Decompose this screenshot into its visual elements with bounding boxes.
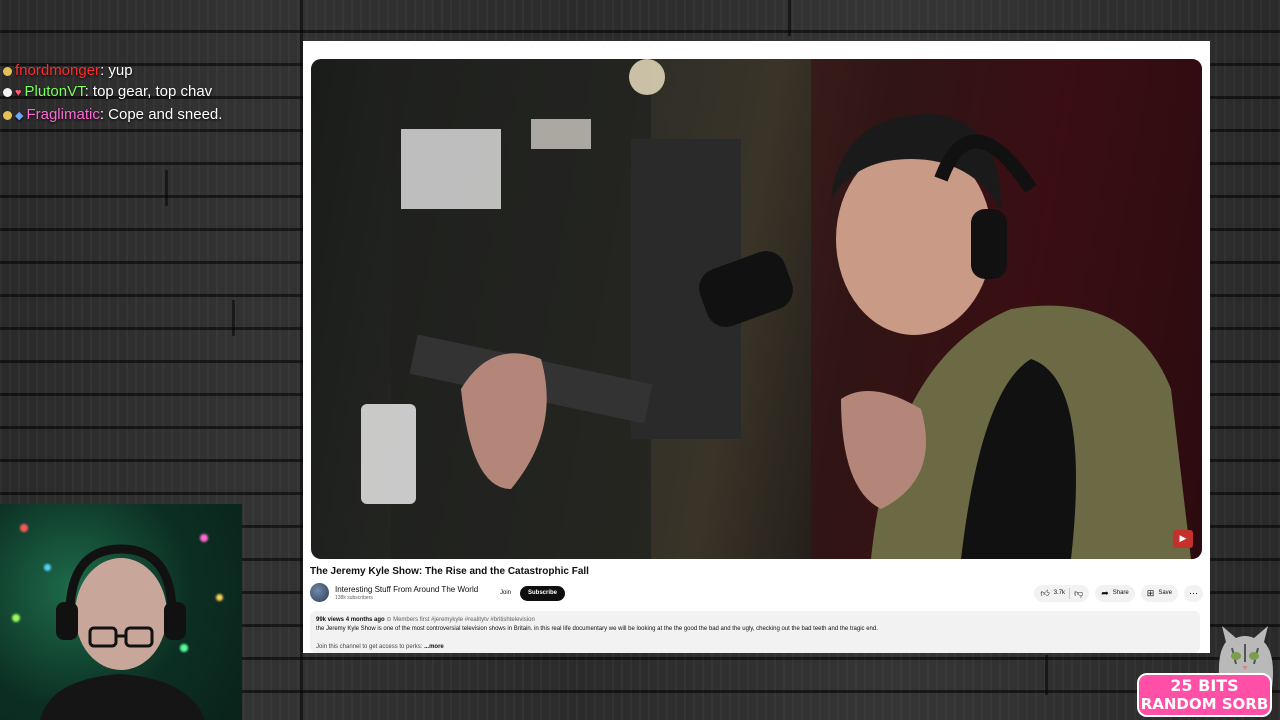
plank-seam — [232, 300, 235, 336]
chat-overlay: fnordmonger: yup ♥ PlutonVT: top gear, to… — [3, 60, 233, 127]
video-player[interactable]: ▶ — [311, 59, 1202, 559]
plank-seam — [1045, 655, 1048, 695]
show-more-link[interactable]: ...more — [424, 644, 444, 650]
description-perks: Join this channel to get access to perks… — [316, 644, 423, 650]
plank-seam — [165, 170, 168, 206]
heart-icon: ♥ — [15, 87, 22, 99]
chat-message: ◆ Fraglimatic: Cope and sneed. — [3, 104, 233, 127]
bits-alert-amount: 25 BITS — [1170, 676, 1239, 695]
youtube-logo-icon[interactable]: ▶ — [1173, 530, 1193, 548]
join-button[interactable]: Join — [493, 586, 519, 600]
divider — [1069, 587, 1071, 599]
chat-text: : Cope and sneed. — [99, 106, 223, 123]
thumbs-up-icon[interactable]: 👍︎ — [1040, 588, 1049, 598]
description-text-2: Join this channel to get access to perks… — [316, 644, 444, 650]
view-count-date: 99k views 4 months ago — [316, 617, 385, 623]
save-button[interactable]: ⊞ Save — [1140, 584, 1178, 602]
bits-alert-user: RANDOM SORB — [1140, 695, 1269, 713]
video-description[interactable]: 99k views 4 months ago ⊙ Members first #… — [310, 611, 1200, 653]
channel-subscriber-count: 138k subscribers — [335, 595, 373, 601]
sub-badge-icon — [3, 110, 12, 120]
description-text: the Jeremy Kyle Show is one of the most … — [316, 626, 878, 632]
sub-badge-icon — [3, 66, 12, 76]
chat-username: fnordmonger — [15, 62, 101, 79]
chat-username: PlutonVT — [24, 83, 85, 100]
chat-text: : top gear, top chav — [84, 83, 213, 100]
share-label: Share — [1112, 590, 1129, 596]
description-tags: ⊙ Members first #jeremykyle #realitytv #… — [384, 617, 535, 623]
bookmark-icon: ⊞ — [1146, 587, 1155, 598]
sub-badge-icon — [3, 87, 12, 97]
video-title: The Jeremy Kyle Show: The Rise and the C… — [310, 566, 589, 577]
channel-avatar[interactable] — [310, 583, 329, 602]
video-frame — [361, 59, 1202, 559]
share-icon: ➦ — [1101, 587, 1109, 598]
chat-username: Fraglimatic — [26, 106, 100, 123]
description-meta: 99k views 4 months ago ⊙ Members first #… — [316, 616, 535, 623]
plank-seam — [788, 0, 791, 36]
like-count[interactable]: 3.7k — [1054, 590, 1065, 596]
channel-row: Interesting Stuff From Around The World … — [310, 583, 1203, 603]
chat-message: fnordmonger: yup — [3, 60, 233, 81]
more-actions-button[interactable]: ⋯ — [1184, 584, 1203, 602]
chat-text: : yup — [100, 62, 133, 79]
save-label: Save — [1158, 590, 1172, 596]
subscribe-button[interactable]: Subscribe — [520, 586, 566, 601]
thumbs-down-icon[interactable]: 👎︎ — [1074, 588, 1083, 598]
channel-name[interactable]: Interesting Stuff From Around The World — [335, 585, 478, 594]
share-button[interactable]: ➦ Share — [1095, 584, 1135, 602]
more-dots-icon: ⋯ — [1189, 587, 1198, 598]
youtube-panel: ▶ The Jeremy Kyle Show: The Rise and the… — [303, 41, 1210, 653]
webcam-feed — [0, 504, 242, 720]
bits-alert: 25 BITS RANDOM SORB — [1137, 673, 1272, 717]
like-dislike-pill: 👍︎ 3.7k 👎︎ — [1034, 584, 1090, 602]
gem-icon: ◆ — [15, 110, 24, 122]
chat-message: ♥ PlutonVT: top gear, top chav — [3, 81, 233, 104]
action-bar: 👍︎ 3.7k 👎︎ ➦ Share ⊞ Save ⋯ — [1034, 584, 1203, 602]
streamer-silhouette — [40, 544, 205, 720]
